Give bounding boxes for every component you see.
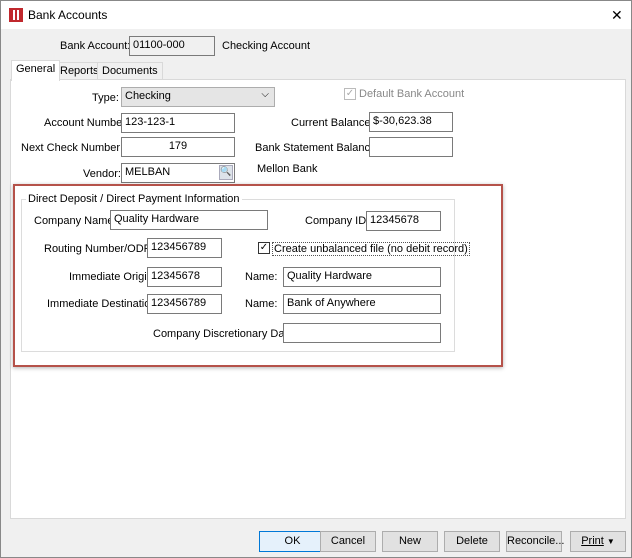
direct-deposit-title: Direct Deposit / Direct Payment Informat… <box>26 193 242 205</box>
discretionary-field[interactable] <box>283 323 441 343</box>
bank-account-label: Bank Account: <box>60 40 131 52</box>
origin-name-label: Name: <box>245 271 278 283</box>
next-check-label: Next Check Number: <box>21 142 124 154</box>
unbalanced-checkbox[interactable]: ✓ <box>258 242 270 254</box>
origin-label: Immediate Origin: <box>69 271 156 283</box>
new-button[interactable]: New <box>382 531 438 552</box>
type-label: Type: <box>92 92 119 104</box>
vendor-value: MELBAN <box>125 166 171 178</box>
window-title: Bank Accounts <box>28 8 108 22</box>
destination-label: Immediate Destination: <box>47 298 160 310</box>
type-select[interactable]: Checking ⌵ <box>121 87 275 107</box>
tab-documents[interactable]: Documents <box>97 62 163 80</box>
company-id-field[interactable]: 12345678 <box>366 211 441 231</box>
caret-down-icon: ▼ <box>606 537 615 546</box>
search-icon[interactable]: 🔍 <box>219 165 233 180</box>
type-value: Checking <box>125 90 171 102</box>
statement-balance-field[interactable] <box>369 137 453 157</box>
destination-name-label: Name: <box>245 298 278 310</box>
company-name-field[interactable]: Quality Hardware <box>110 210 268 230</box>
cancel-button[interactable]: Cancel <box>320 531 376 552</box>
company-id-label: Company ID: <box>305 215 370 227</box>
chevron-down-icon: ⌵ <box>261 89 269 100</box>
unbalanced-label: Create unbalanced file (no debit record) <box>272 242 470 256</box>
destination-name-field[interactable]: Bank of Anywhere <box>283 294 441 314</box>
destination-field[interactable]: 123456789 <box>147 294 222 314</box>
statement-balance-label: Bank Statement Balance: <box>255 142 380 154</box>
print-label: Print <box>581 535 604 547</box>
current-balance-label: Current Balance: <box>291 117 374 129</box>
default-bank-label: Default Bank Account <box>359 88 465 100</box>
bank-account-field[interactable]: 01100-000 <box>129 36 215 56</box>
close-icon[interactable]: ✕ <box>611 7 623 24</box>
account-number-field[interactable]: 123-123-1 <box>121 113 235 133</box>
tab-general[interactable]: General <box>11 60 61 81</box>
routing-label: Routing Number/ODFI: <box>44 243 157 255</box>
reconcile-button[interactable]: Reconcile... <box>506 531 564 552</box>
vendor-label: Vendor: <box>83 168 121 180</box>
account-number-label: Account Number: <box>44 117 129 129</box>
next-check-field[interactable]: 179 <box>121 137 235 157</box>
account-name: Checking Account <box>222 40 311 52</box>
vendor-name: Mellon Bank <box>257 163 318 175</box>
print-button[interactable]: Print ▼ <box>570 531 626 552</box>
discretionary-label: Company Discretionary Data: <box>153 328 297 340</box>
company-name-label: Company Name: <box>34 215 117 227</box>
vendor-field[interactable]: MELBAN 🔍 <box>121 163 235 183</box>
title-bar: Bank Accounts ✕ <box>1 1 631 29</box>
origin-field[interactable]: 12345678 <box>147 267 222 287</box>
app-icon <box>9 8 23 22</box>
origin-name-field[interactable]: Quality Hardware <box>283 267 441 287</box>
delete-button[interactable]: Delete <box>444 531 500 552</box>
routing-field[interactable]: 123456789 <box>147 238 222 258</box>
default-bank-checkbox[interactable]: ✓ <box>344 88 356 100</box>
current-balance-field[interactable]: $-30,623.38 <box>369 112 453 132</box>
ok-button[interactable]: OK <box>259 531 326 552</box>
